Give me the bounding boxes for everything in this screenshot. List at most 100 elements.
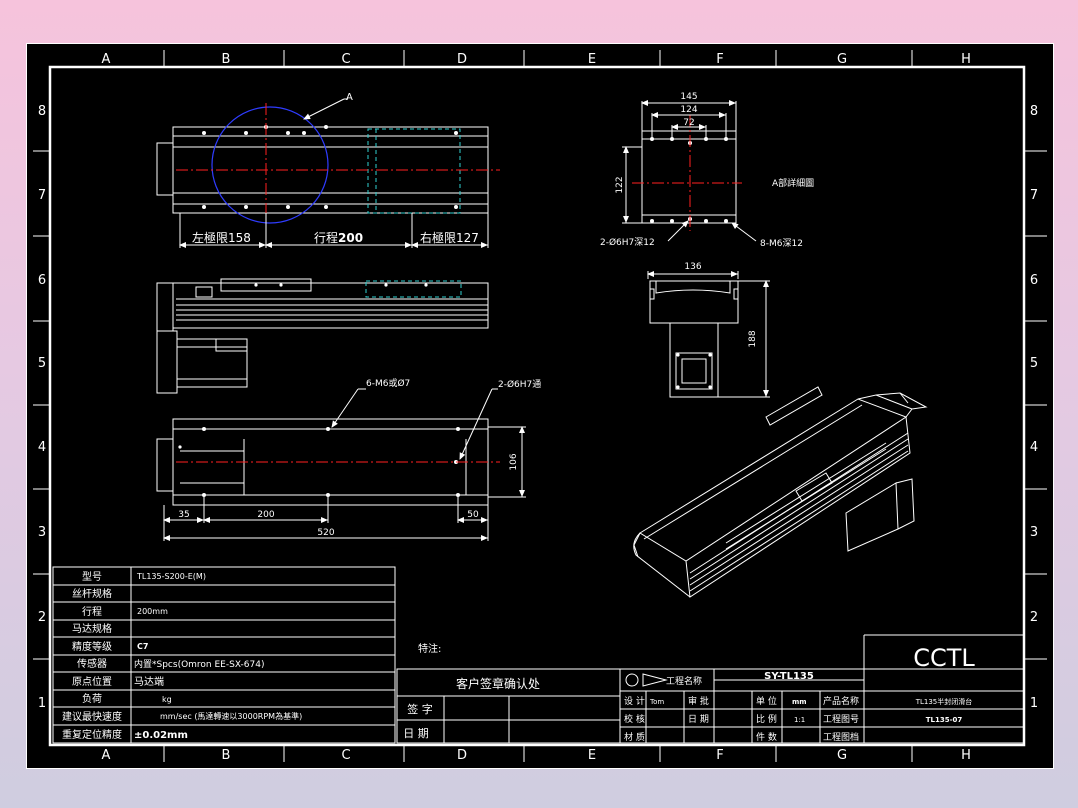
unit-label: 单 位 [756,695,777,707]
row-label: 7 [1030,188,1038,203]
drawing-no: SY-TL135 [764,671,814,682]
scale-label: 比 例 [756,713,777,725]
spec-label: 型号 [82,570,102,583]
detail-circle [211,106,329,224]
spec-label: 马达规格 [72,622,112,635]
scale-value: 1:1 [794,716,805,724]
spec-label: 建议最快速度 [62,710,122,723]
engineering-drawing: A B C D E F G H A B C D E F G H 8 7 6 5 … [26,43,1054,769]
dim-50: 50 [467,510,479,520]
row-label: 4 [1030,440,1038,455]
spec-label: 丝杆规格 [72,587,112,600]
row-label: 6 [38,273,46,288]
detail-title: A部詳細圖 [772,177,814,189]
designer-value: Tom [649,698,664,706]
archive-label: 工程图档 [823,731,859,743]
spec-table-values: TL135-S200-E(M) 200mm C7 内置*Spcs(Omron E… [134,572,302,741]
col-label: G [837,52,847,67]
spec-label: 重复定位精度 [62,728,122,741]
project-label: 工程名称 [666,675,702,687]
spec-label: 负荷 [82,692,102,705]
dim-200: 200 [257,510,274,520]
row-label: 8 [1030,104,1038,119]
product-name-label: 产品名称 [823,695,859,707]
frame-labels: A B C D E F G H A B C D E F G H 8 7 6 5 … [38,52,1038,763]
notes-label: 特注: [418,642,441,655]
spec-value: 200mm [137,607,168,616]
dim-122: 122 [615,176,625,193]
approve-label: 审 批 [688,695,709,707]
check-label: 校 核 [624,713,645,725]
detail-pin-note: 2-Ø6H7深12 [600,237,655,248]
count-label: 件 数 [756,731,777,743]
dim-188: 188 [748,330,758,347]
spec-value: mm/sec (馬達轉速以3000RPM為基準) [160,711,302,721]
spec-value: ±0.02mm [134,730,188,741]
isometric-view [633,386,928,598]
product-name-value: TL135半封闭滑台 [915,697,973,706]
drawing-no-label: 工程图号 [823,714,859,725]
detail-tap-note: 8-M6深12 [760,238,803,249]
col-label: G [837,748,847,763]
spec-label: 精度等级 [72,640,112,653]
col-label: F [716,52,723,67]
spec-value: C7 [137,642,148,651]
row-label: 2 [38,610,46,625]
row-label: 3 [38,525,46,540]
col-label: D [457,748,467,763]
row-label: 4 [38,440,46,455]
col-label: H [961,52,971,67]
col-label: E [588,748,596,763]
drawing-no-value: TL135-07 [926,716,963,724]
col-label: A [102,52,111,67]
customer-sign: 签 字 [407,702,433,716]
detail-callout-label: A [346,92,353,103]
col-label: C [341,748,350,763]
dim-136: 136 [684,262,701,272]
col-label: B [222,748,231,763]
spec-value: 内置*Spcs(Omron EE-SX-674) [134,658,265,670]
row-label: 1 [38,696,46,711]
col-label: A [102,748,111,763]
spec-value: 马达端 [134,675,164,688]
holes-note: 6-M6或Ø7 [366,377,410,389]
dim-145: 145 [680,92,697,102]
col-label: D [457,52,467,67]
row-label: 7 [38,188,46,203]
row-label: 6 [1030,273,1038,288]
customer-date: 日 期 [403,727,429,740]
drawing-sheet: A B C D E F G H A B C D E F G H 8 7 6 5 … [26,43,1054,769]
dim-520: 520 [317,528,334,538]
row-label: 5 [38,356,46,371]
right-limit-label: 右極限127 [420,230,479,245]
col-label: E [588,52,596,67]
stroke-label: 行程200 [314,230,363,245]
row-label: 5 [1030,356,1038,371]
material-label: 材 质 [624,731,645,743]
spec-label: 行程 [82,605,102,618]
customer-title: 客户签章确认处 [456,676,540,691]
pin-note: 2-Ø6H7通 [498,379,541,390]
row-label: 3 [1030,525,1038,540]
company-logo-text: CCTL [913,644,975,672]
left-limit-label: 左極限158 [192,230,251,245]
dim-106: 106 [509,453,519,470]
col-label: C [341,52,350,67]
design-label: 设 计 [624,695,645,707]
spec-value: kg [162,695,172,704]
col-label: B [222,52,231,67]
unit-value: mm [792,698,807,706]
spec-label: 原点位置 [72,675,112,688]
side-view [156,278,489,394]
col-label: F [716,748,723,763]
dim-35: 35 [178,510,189,520]
spec-label: 传感器 [77,657,107,670]
dim-72: 72 [683,118,694,128]
row-label: 2 [1030,610,1038,625]
col-label: H [961,748,971,763]
spec-value: TL135-S200-E(M) [136,572,206,581]
top-view [156,98,500,248]
dim-124: 124 [680,105,697,115]
row-label: 1 [1030,696,1038,711]
date-label: 日 期 [688,714,709,725]
